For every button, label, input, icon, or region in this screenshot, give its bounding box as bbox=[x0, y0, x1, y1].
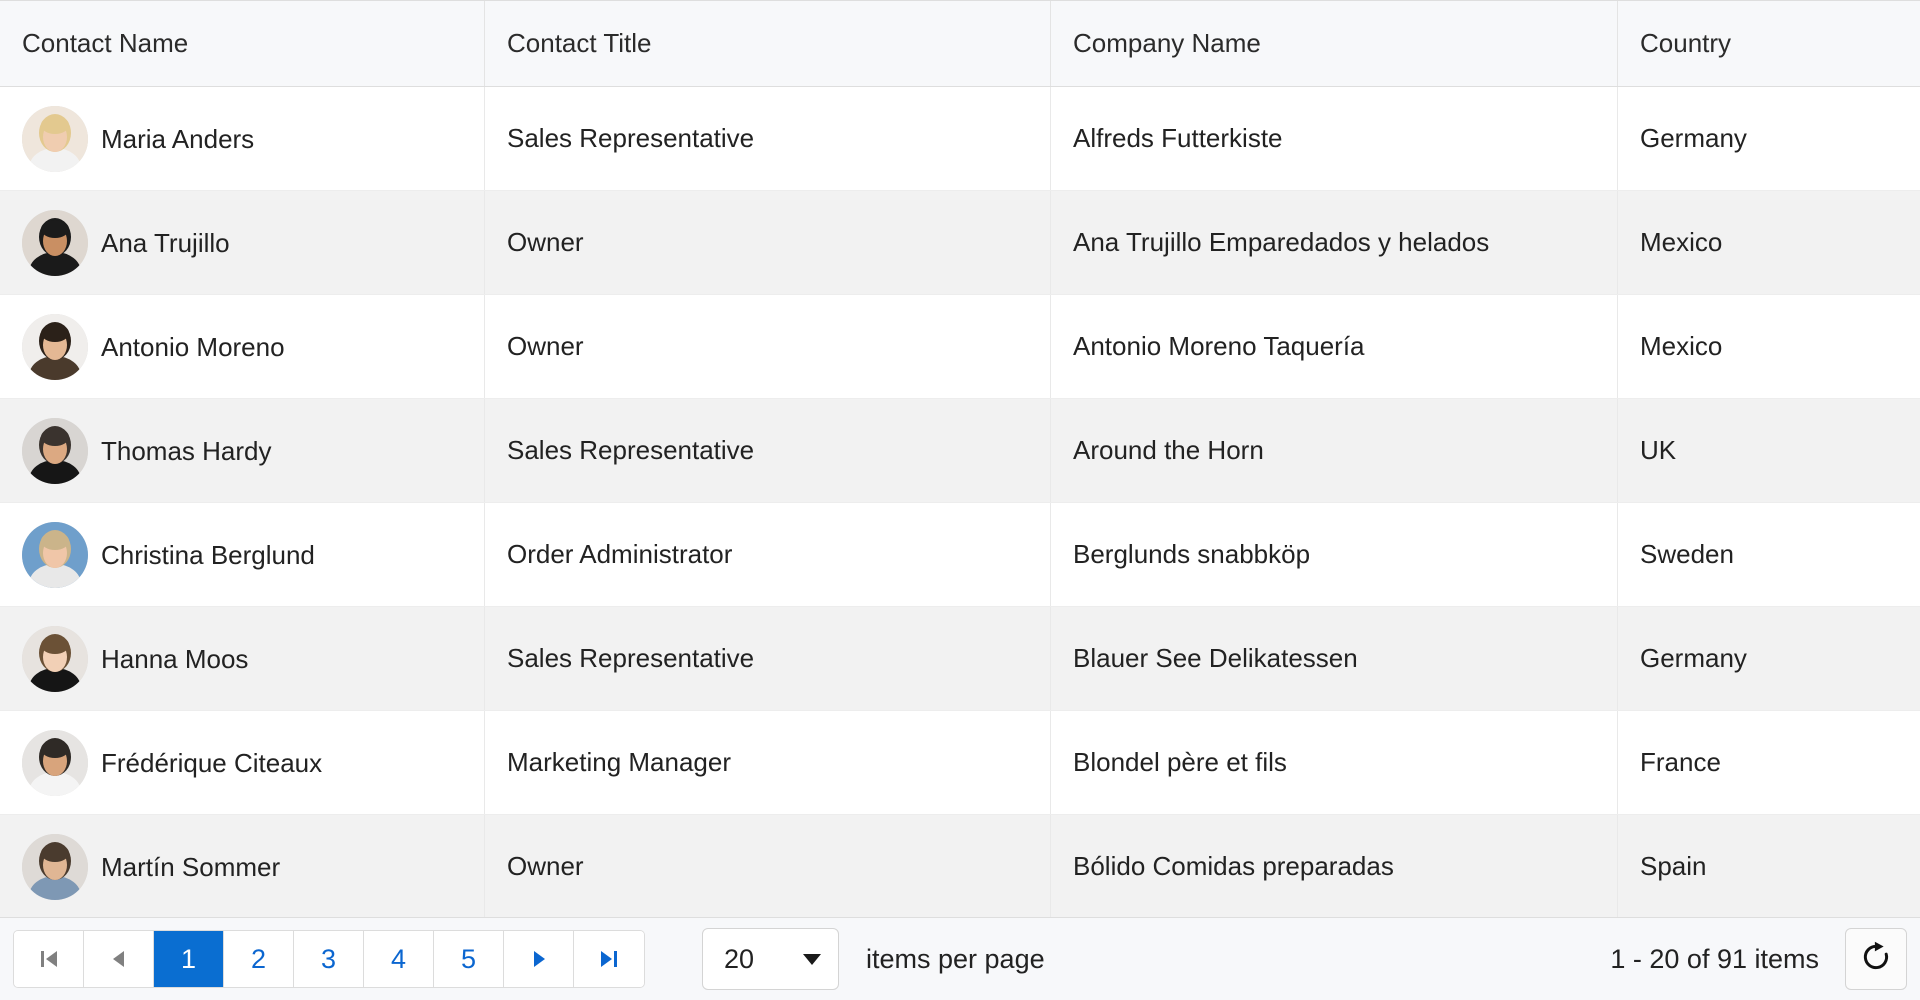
column-header-contact-name[interactable]: Contact Name bbox=[0, 1, 485, 86]
contact-name-text: Maria Anders bbox=[101, 126, 254, 152]
cell-contact-name: Frédérique Citeaux bbox=[0, 711, 485, 814]
items-per-page-label: items per page bbox=[866, 944, 1045, 975]
cell-company-name: Berglunds snabbköp bbox=[1051, 503, 1618, 606]
cell-country: Mexico bbox=[1618, 295, 1920, 398]
contact-name-text: Martín Sommer bbox=[101, 854, 280, 880]
page-button-2[interactable]: 2 bbox=[224, 931, 294, 987]
previous-page-button[interactable] bbox=[84, 931, 154, 987]
cell-company-name: Antonio Moreno Taquería bbox=[1051, 295, 1618, 398]
cell-contact-name: Hanna Moos bbox=[0, 607, 485, 710]
avatar bbox=[22, 210, 88, 276]
cell-contact-name: Maria Anders bbox=[0, 87, 485, 190]
cell-company-name: Blauer See Delikatessen bbox=[1051, 607, 1618, 710]
avatar bbox=[22, 314, 88, 380]
grid-pager: 1 2 3 4 5 20 items per page 1 - 20 of 91… bbox=[0, 917, 1920, 1000]
cell-company-name: Around the Horn bbox=[1051, 399, 1618, 502]
cell-contact-title: Sales Representative bbox=[485, 87, 1051, 190]
contact-name-text: Ana Trujillo bbox=[101, 230, 230, 256]
previous-page-icon bbox=[106, 946, 132, 972]
contact-name-text: Antonio Moreno bbox=[101, 334, 285, 360]
column-header-company-name[interactable]: Company Name bbox=[1051, 1, 1618, 86]
page-button-5[interactable]: 5 bbox=[434, 931, 504, 987]
last-page-button[interactable] bbox=[574, 931, 644, 987]
table-row[interactable]: Hanna Moos Sales RepresentativeBlauer See… bbox=[0, 607, 1920, 711]
contact-name-text: Thomas Hardy bbox=[101, 438, 272, 464]
page-button-3[interactable]: 3 bbox=[294, 931, 364, 987]
grid-body: Maria AndersSales RepresentativeAlfreds … bbox=[0, 87, 1920, 917]
last-page-icon bbox=[596, 946, 622, 972]
first-page-button[interactable] bbox=[14, 931, 84, 987]
cell-contact-title: Sales Representative bbox=[485, 399, 1051, 502]
grid-header-row: Contact Name Contact Title Company Name … bbox=[0, 1, 1920, 87]
refresh-icon bbox=[1859, 940, 1893, 979]
cell-contact-name: Thomas Hardy bbox=[0, 399, 485, 502]
table-row[interactable]: Frédérique Citeaux Marketing ManagerBlond… bbox=[0, 711, 1920, 815]
cell-contact-name: Christina Berglund bbox=[0, 503, 485, 606]
cell-contact-name: Ana Trujillo bbox=[0, 191, 485, 294]
avatar bbox=[22, 106, 88, 172]
table-row[interactable]: Antonio Moreno OwnerAntonio Moreno Taquer… bbox=[0, 295, 1920, 399]
table-row[interactable]: Ana Trujillo OwnerAna Trujillo Emparedado… bbox=[0, 191, 1920, 295]
column-header-contact-title[interactable]: Contact Title bbox=[485, 1, 1051, 86]
first-page-icon bbox=[36, 946, 62, 972]
contact-name-text: Hanna Moos bbox=[101, 646, 248, 672]
avatar bbox=[22, 834, 88, 900]
cell-contact-title: Order Administrator bbox=[485, 503, 1051, 606]
cell-country: France bbox=[1618, 711, 1920, 814]
pager-info: 1 - 20 of 91 items bbox=[1610, 944, 1845, 975]
table-row[interactable]: Maria Anders Sales RepresentativeAlfreds … bbox=[0, 87, 1920, 191]
cell-contact-title: Owner bbox=[485, 191, 1051, 294]
next-page-icon bbox=[526, 946, 552, 972]
contact-name-text: Christina Berglund bbox=[101, 542, 315, 568]
chevron-down-icon bbox=[803, 954, 821, 965]
cell-contact-name: Antonio Moreno bbox=[0, 295, 485, 398]
refresh-button[interactable] bbox=[1845, 928, 1907, 990]
cell-contact-title: Sales Representative bbox=[485, 607, 1051, 710]
avatar bbox=[22, 730, 88, 796]
page-size-select[interactable]: 20 bbox=[702, 928, 839, 990]
cell-country: Mexico bbox=[1618, 191, 1920, 294]
cell-country: Germany bbox=[1618, 607, 1920, 710]
page-button-4[interactable]: 4 bbox=[364, 931, 434, 987]
avatar bbox=[22, 626, 88, 692]
cell-contact-name: Martín Sommer bbox=[0, 815, 485, 917]
cell-country: UK bbox=[1618, 399, 1920, 502]
data-grid: Contact Name Contact Title Company Name … bbox=[0, 0, 1920, 1000]
next-page-button[interactable] bbox=[504, 931, 574, 987]
avatar bbox=[22, 522, 88, 588]
page-size-value: 20 bbox=[724, 944, 754, 975]
cell-contact-title: Owner bbox=[485, 815, 1051, 917]
cell-company-name: Ana Trujillo Emparedados y helados bbox=[1051, 191, 1618, 294]
table-row[interactable]: Christina Berglund Order AdministratorBer… bbox=[0, 503, 1920, 607]
cell-country: Spain bbox=[1618, 815, 1920, 917]
contact-name-text: Frédérique Citeaux bbox=[101, 750, 322, 776]
cell-company-name: Alfreds Futterkiste bbox=[1051, 87, 1618, 190]
cell-company-name: Blondel père et fils bbox=[1051, 711, 1618, 814]
page-button-1[interactable]: 1 bbox=[154, 931, 224, 987]
cell-company-name: Bólido Comidas preparadas bbox=[1051, 815, 1618, 917]
table-row[interactable]: Thomas Hardy Sales RepresentativeAround t… bbox=[0, 399, 1920, 503]
pager-buttons-group: 1 2 3 4 5 bbox=[13, 930, 645, 988]
column-header-country[interactable]: Country bbox=[1618, 1, 1920, 86]
table-row[interactable]: Martín Sommer OwnerBólido Comidas prepara… bbox=[0, 815, 1920, 917]
cell-contact-title: Owner bbox=[485, 295, 1051, 398]
cell-country: Sweden bbox=[1618, 503, 1920, 606]
avatar bbox=[22, 418, 88, 484]
cell-country: Germany bbox=[1618, 87, 1920, 190]
cell-contact-title: Marketing Manager bbox=[485, 711, 1051, 814]
